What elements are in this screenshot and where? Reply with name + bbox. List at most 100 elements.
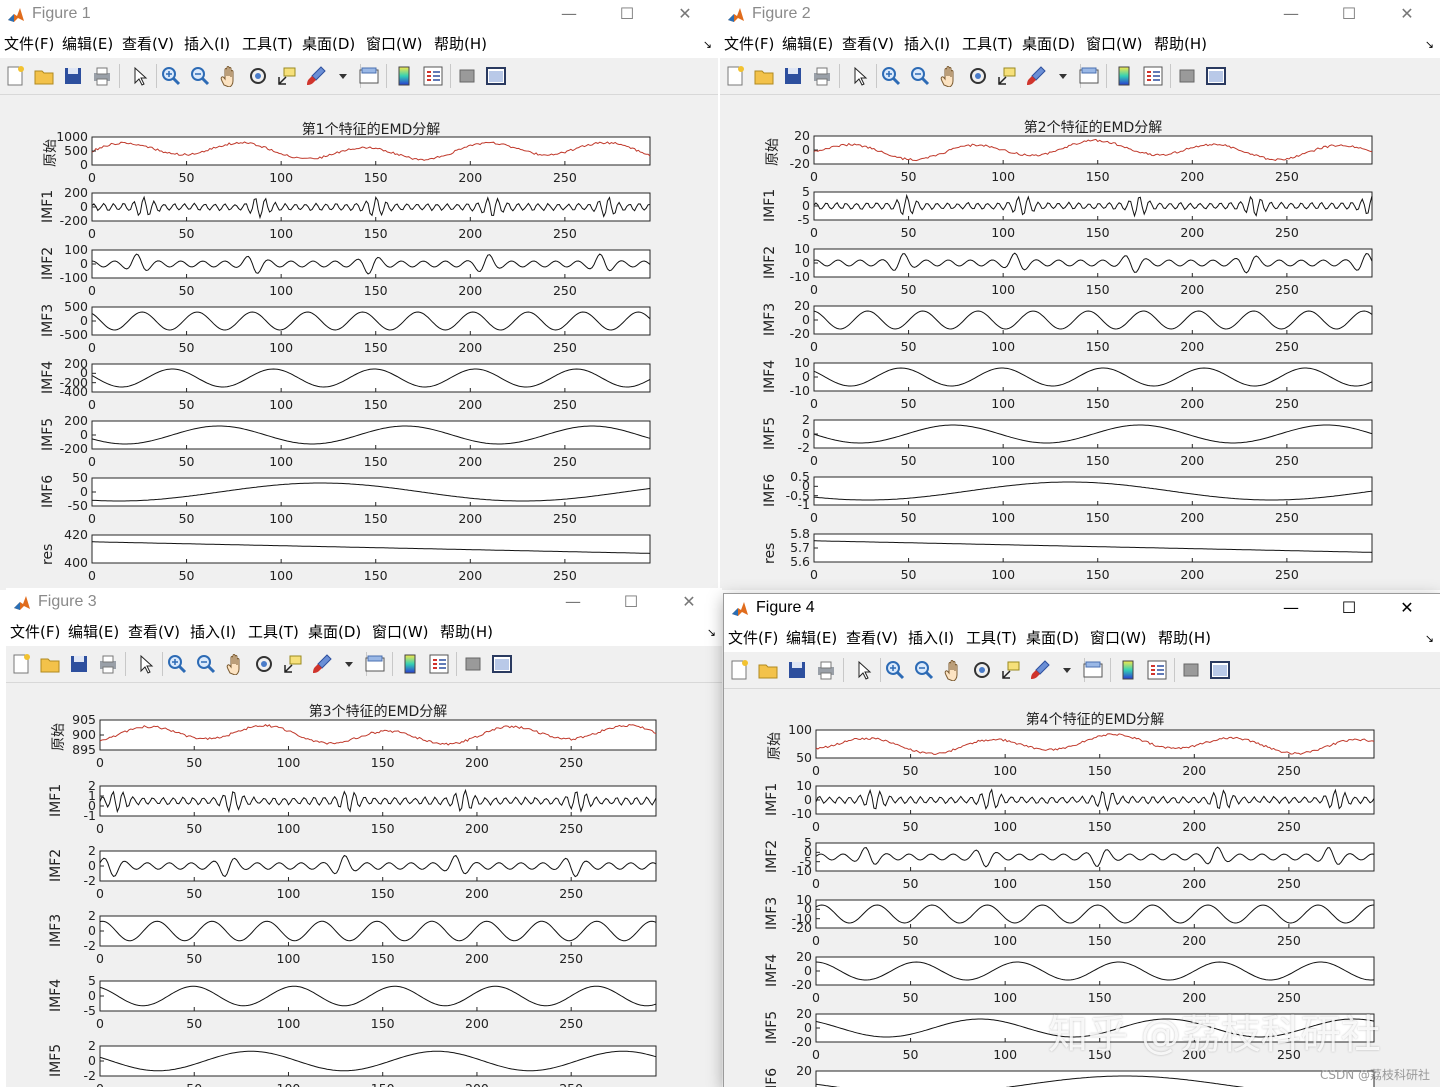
close-button[interactable]: ✕ [1378, 594, 1436, 622]
menu-item[interactable]: 查看(V) [846, 629, 898, 647]
data-cursor-button[interactable] [276, 65, 298, 87]
legend-button[interactable] [422, 65, 444, 87]
menu-item[interactable]: 文件(F) [4, 35, 54, 53]
menu-item[interactable]: 编辑(E) [782, 35, 833, 53]
axes-box[interactable] [813, 362, 1373, 392]
axes-box[interactable] [813, 305, 1373, 335]
minimize-button[interactable]: — [544, 588, 602, 616]
data-cursor-button[interactable] [1000, 659, 1022, 681]
legend-button[interactable] [1146, 659, 1168, 681]
menu-item[interactable]: 插入(I) [190, 623, 236, 641]
pan-hand-button[interactable] [218, 65, 240, 88]
legend-button[interactable] [428, 653, 450, 675]
link-plot-button[interactable] [1078, 65, 1100, 87]
menu-item[interactable]: 编辑(E) [62, 35, 113, 53]
new-figure-button[interactable] [4, 65, 26, 87]
minimize-button[interactable]: — [1262, 594, 1320, 622]
axes-box[interactable] [91, 306, 651, 336]
brush-button[interactable] [311, 653, 333, 675]
legend-button[interactable] [1142, 65, 1164, 87]
axes-box[interactable] [99, 1045, 657, 1077]
open-file-button[interactable] [33, 65, 55, 87]
zoom-in-button[interactable] [880, 65, 902, 87]
axes-box[interactable] [815, 956, 1375, 986]
print-button[interactable] [815, 659, 837, 681]
brush-dropdown-button[interactable] [332, 65, 347, 87]
menu-item[interactable]: 工具(T) [966, 629, 1017, 647]
menu-item[interactable]: 查看(V) [128, 623, 180, 641]
menu-item[interactable]: 窗口(W) [372, 623, 429, 641]
new-figure-button[interactable] [728, 659, 750, 681]
brush-dropdown-button[interactable] [338, 653, 353, 675]
title-bar[interactable]: Figure 1 — ☐ ✕ [0, 0, 718, 30]
colorbar-button[interactable] [399, 653, 421, 675]
axes-box[interactable] [91, 363, 651, 393]
menu-item[interactable]: 查看(V) [122, 35, 174, 53]
save-button[interactable] [62, 65, 84, 87]
save-button[interactable] [782, 65, 804, 87]
pan-hand-button[interactable] [224, 653, 246, 676]
figure-window-2[interactable]: Figure 2 — ☐ ✕ 文件(F) 编辑(E) 查看(V) 插入(I) 工具(T)… [720, 0, 1440, 590]
axes-box[interactable] [815, 1070, 1375, 1087]
axes-box[interactable] [813, 533, 1373, 563]
axes-box[interactable] [99, 719, 657, 751]
menu-item[interactable]: 帮助(H) [1158, 629, 1211, 647]
hide-plot-tools-button[interactable] [1180, 659, 1202, 681]
axes-box[interactable] [813, 476, 1373, 506]
print-button[interactable] [91, 65, 113, 87]
rotate-3d-button[interactable] [253, 653, 275, 675]
rotate-3d-button[interactable] [971, 659, 993, 681]
axes-box[interactable] [99, 915, 657, 947]
maximize-button[interactable]: ☐ [602, 588, 660, 616]
colorbar-button[interactable] [393, 65, 415, 87]
menu-item[interactable]: 工具(T) [248, 623, 299, 641]
colorbar-button[interactable] [1113, 65, 1135, 87]
close-button[interactable]: ✕ [1378, 0, 1436, 28]
show-plot-tools-button[interactable] [1209, 659, 1231, 681]
menu-item[interactable]: 编辑(E) [68, 623, 119, 641]
pan-hand-button[interactable] [938, 65, 960, 88]
print-button[interactable] [97, 653, 119, 675]
axes-box[interactable] [99, 980, 657, 1012]
show-plot-tools-button[interactable] [485, 65, 507, 87]
colorbar-button[interactable] [1117, 659, 1139, 681]
zoom-out-button[interactable] [909, 65, 931, 87]
brush-dropdown-button[interactable] [1056, 659, 1071, 681]
menu-item[interactable]: 编辑(E) [786, 629, 837, 647]
title-bar[interactable]: Figure 2 — ☐ ✕ [720, 0, 1440, 30]
print-button[interactable] [811, 65, 833, 87]
menu-item[interactable]: 帮助(H) [440, 623, 493, 641]
select-arrow-button[interactable] [134, 653, 156, 675]
select-arrow-button[interactable] [852, 659, 874, 681]
menu-item[interactable]: 桌面(D) [1022, 35, 1075, 53]
minimize-button[interactable]: — [1262, 0, 1320, 28]
zoom-in-button[interactable] [160, 65, 182, 87]
menu-item[interactable]: 文件(F) [724, 35, 774, 53]
brush-button[interactable] [305, 65, 327, 87]
title-bar[interactable]: Figure 3 — ☐ ✕ [6, 588, 722, 618]
menu-overflow-arrow-icon[interactable]: ↘ [703, 38, 712, 51]
link-plot-button[interactable] [358, 65, 380, 87]
menu-item[interactable]: 窗口(W) [1090, 629, 1147, 647]
zoom-in-button[interactable] [166, 653, 188, 675]
menu-item[interactable]: 插入(I) [908, 629, 954, 647]
select-arrow-button[interactable] [128, 65, 150, 87]
link-plot-button[interactable] [364, 653, 386, 675]
hide-plot-tools-button[interactable] [1176, 65, 1198, 87]
save-button[interactable] [68, 653, 90, 675]
figure-window-3[interactable]: Figure 3 — ☐ ✕ 文件(F) 编辑(E) 查看(V) 插入(I) 工具(T)… [6, 588, 722, 1087]
maximize-button[interactable]: ☐ [1320, 0, 1378, 28]
data-cursor-button[interactable] [996, 65, 1018, 87]
pan-hand-button[interactable] [942, 659, 964, 682]
menu-item[interactable]: 工具(T) [962, 35, 1013, 53]
minimize-button[interactable]: — [540, 0, 598, 28]
menu-overflow-arrow-icon[interactable]: ↘ [1425, 632, 1434, 645]
menu-item[interactable]: 文件(F) [10, 623, 60, 641]
rotate-3d-button[interactable] [967, 65, 989, 87]
hide-plot-tools-button[interactable] [462, 653, 484, 675]
menu-item[interactable]: 插入(I) [904, 35, 950, 53]
zoom-out-button[interactable] [189, 65, 211, 87]
open-file-button[interactable] [753, 65, 775, 87]
menu-item[interactable]: 窗口(W) [1086, 35, 1143, 53]
menu-item[interactable]: 工具(T) [242, 35, 293, 53]
